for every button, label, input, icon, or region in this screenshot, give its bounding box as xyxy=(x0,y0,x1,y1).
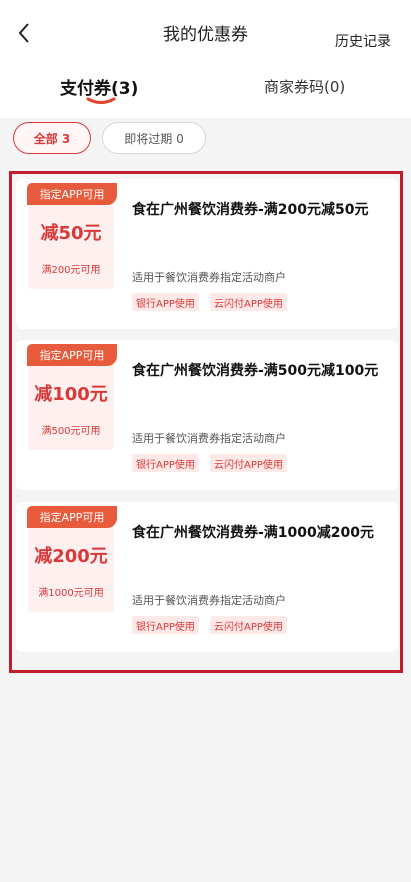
coupon-value-panel: 指定APP可用 减100元 满500元可用 xyxy=(27,344,117,450)
threshold-text: 满200元可用 xyxy=(41,265,101,276)
app-only-tag: 指定APP可用 xyxy=(27,344,117,366)
channel-badge: 云闪付APP使用 xyxy=(210,293,287,311)
coupon-description: 适用于餐饮消费券指定活动商户 xyxy=(132,594,286,607)
channel-badge: 银行APP使用 xyxy=(132,616,199,634)
coupon-title: 食在广州餐饮消费券-满1000减200元 xyxy=(132,525,374,541)
discount-amount: 减100元 xyxy=(34,384,108,405)
channel-badge: 银行APP使用 xyxy=(132,293,199,311)
channel-badge: 云闪付APP使用 xyxy=(210,616,287,634)
coupon-list: 指定APP可用 减50元 满200元可用 食在广州餐饮消费券-满200元减50元… xyxy=(9,171,403,673)
tab-merchant-codes[interactable]: 商家券码(0) xyxy=(264,76,345,97)
coupon-value-panel: 指定APP可用 减200元 满1000元可用 xyxy=(27,506,117,612)
coupon-card[interactable]: 指定APP可用 减100元 满500元可用 食在广州餐饮消费券-满500元减10… xyxy=(16,340,398,490)
coupon-title: 食在广州餐饮消费券-满500元减100元 xyxy=(132,363,379,379)
channel-badge: 银行APP使用 xyxy=(132,454,199,472)
filter-all-chip[interactable]: 全部 3 xyxy=(13,122,91,154)
tab-active-indicator xyxy=(86,97,116,104)
discount-amount: 减200元 xyxy=(34,546,108,567)
app-only-tag: 指定APP可用 xyxy=(27,183,117,205)
threshold-text: 满1000元可用 xyxy=(38,588,104,599)
coupon-card[interactable]: 指定APP可用 减200元 满1000元可用 食在广州餐饮消费券-满1000减2… xyxy=(16,502,398,652)
threshold-text: 满500元可用 xyxy=(41,426,101,437)
coupon-card[interactable]: 指定APP可用 减50元 满200元可用 食在广州餐饮消费券-满200元减50元… xyxy=(16,179,398,329)
header: 我的优惠券 历史记录 支付券(3) 商家券码(0) xyxy=(0,0,411,118)
app-only-tag: 指定APP可用 xyxy=(27,506,117,528)
discount-amount: 减50元 xyxy=(40,223,102,244)
history-link[interactable]: 历史记录 xyxy=(335,31,391,51)
channel-badge: 云闪付APP使用 xyxy=(210,454,287,472)
coupon-description: 适用于餐饮消费券指定活动商户 xyxy=(132,432,286,445)
coupon-description: 适用于餐饮消费券指定活动商户 xyxy=(132,271,286,284)
filter-expiring-chip[interactable]: 即将过期 0 xyxy=(102,122,206,154)
coupon-value-panel: 指定APP可用 减50元 满200元可用 xyxy=(27,183,117,289)
coupon-title: 食在广州餐饮消费券-满200元减50元 xyxy=(132,202,369,218)
filter-row: 全部 3 即将过期 0 xyxy=(0,118,411,164)
